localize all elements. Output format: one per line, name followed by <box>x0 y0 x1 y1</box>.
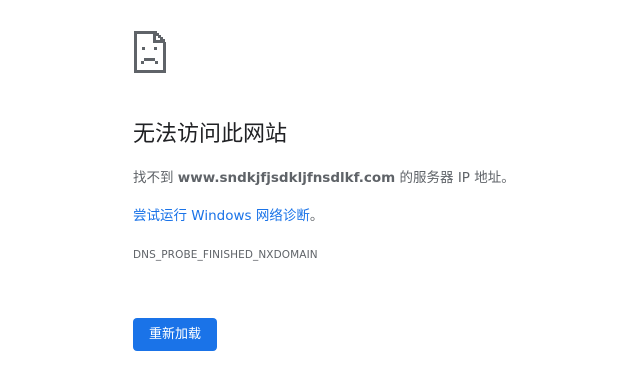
message-prefix: 找不到 <box>133 170 178 186</box>
error-code: DNS_PROBE_FINISHED_NXDOMAIN <box>133 249 318 261</box>
run-network-diagnostics-link[interactable]: 尝试运行 Windows 网络诊断 <box>133 208 310 224</box>
error-page: 无法访问此网站 找不到 www.sndkjfjsdkljfnsdlkf.com … <box>0 0 632 376</box>
error-title: 无法访问此网站 <box>133 122 288 147</box>
error-message: 找不到 www.sndkjfjsdkljfnsdlkf.com 的服务器 IP … <box>133 168 515 188</box>
suggestion-punct: 。 <box>309 208 324 224</box>
sad-page-icon <box>134 31 166 73</box>
reload-button[interactable]: 重新加载 <box>133 318 217 351</box>
error-domain: www.sndkjfjsdkljfnsdlkf.com <box>177 170 396 186</box>
suggestion-line: 尝试运行 Windows 网络诊断。 <box>133 206 323 226</box>
message-suffix: 的服务器 IP 地址。 <box>395 170 515 186</box>
